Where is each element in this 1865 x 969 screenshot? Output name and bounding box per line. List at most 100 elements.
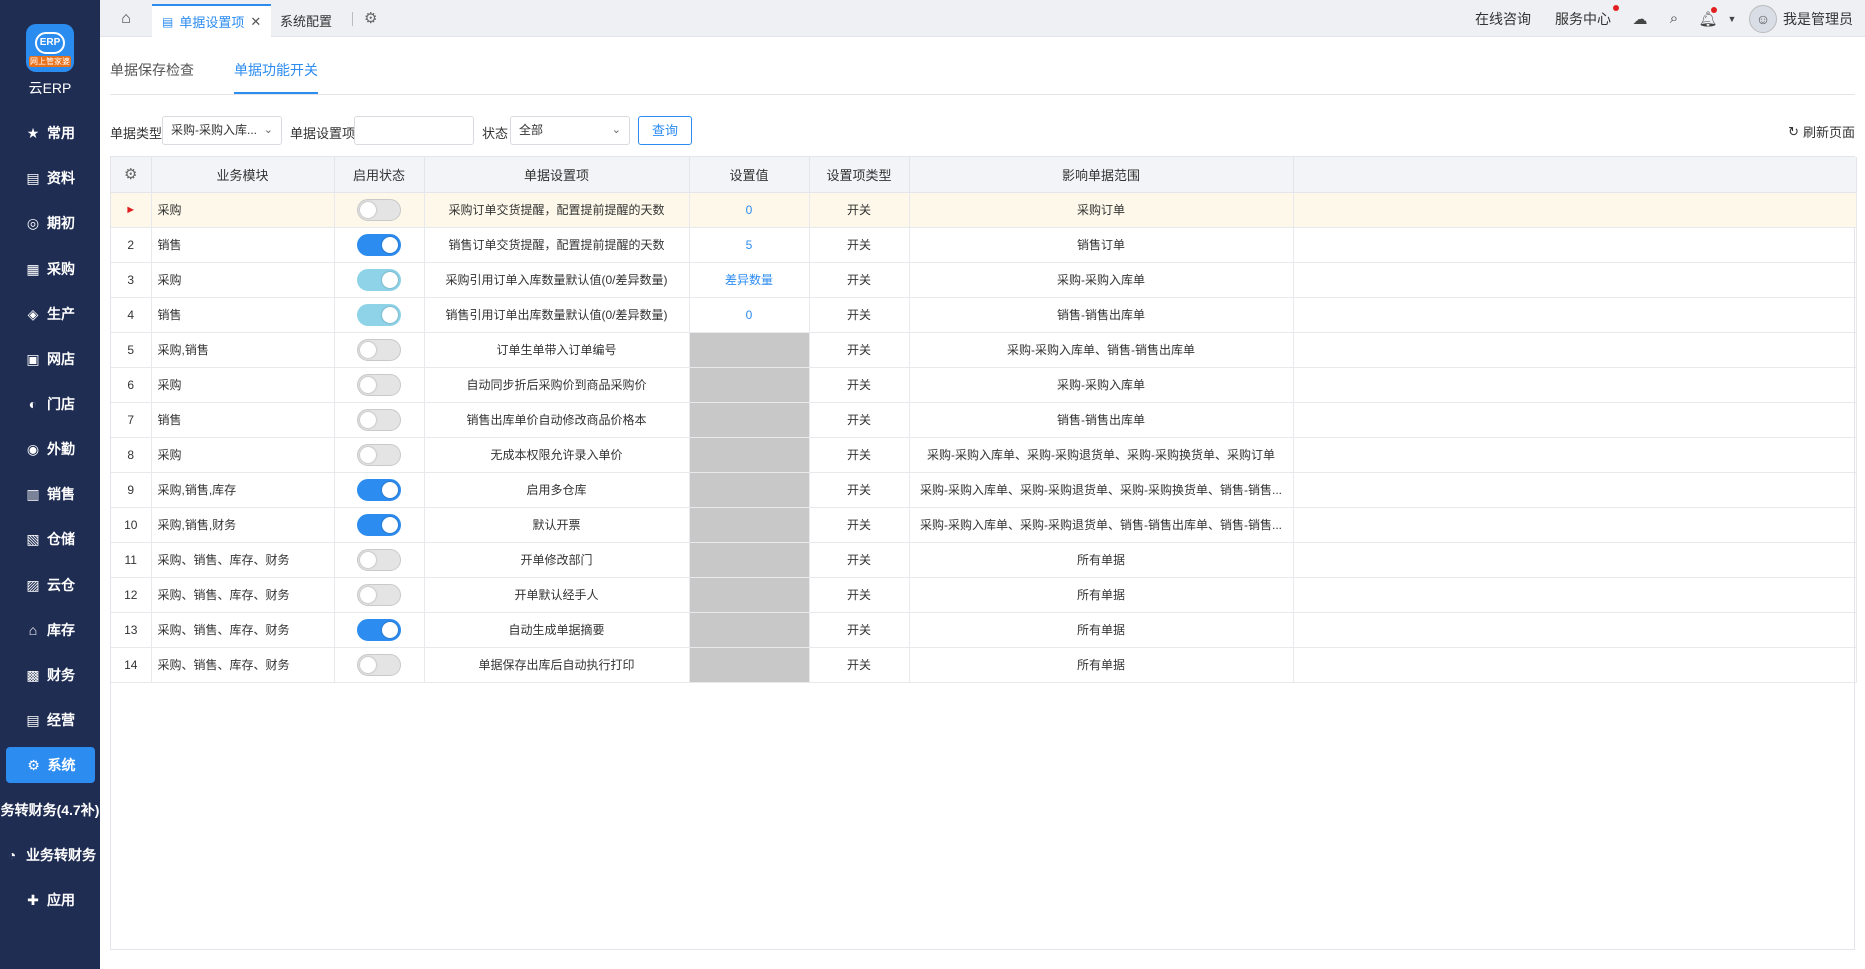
- table-row[interactable]: ► 采购 采购订单交货提醒，配置提前提醒的天数 0 开关 采购订单: [111, 192, 1857, 228]
- scope-cell: 销售订单: [909, 227, 1294, 263]
- subtab-save-check[interactable]: 单据保存检查: [110, 60, 194, 92]
- setting-value-cell[interactable]: 差异数量: [689, 262, 810, 298]
- sidebar-item-7[interactable]: ◉ 外勤: [0, 431, 100, 467]
- enable-toggle[interactable]: [357, 268, 401, 291]
- sidebar-item-3[interactable]: ▦ 采购: [0, 251, 100, 287]
- sidebar-item-5[interactable]: ▣ 网店: [0, 341, 100, 377]
- toggle-cell: [334, 472, 425, 508]
- status-select[interactable]: 全部 ⌄: [510, 116, 630, 145]
- toggle-cell: [334, 612, 425, 648]
- setting-item-cell: 开单默认经手人: [424, 577, 690, 613]
- setting-value-cell[interactable]: 0: [689, 192, 810, 228]
- setting-item-cell: 单据保存出库后自动执行打印: [424, 647, 690, 683]
- filler-cell: [1293, 297, 1857, 333]
- system-gear-icon: ⚙: [27, 757, 40, 773]
- sidebar-item-15[interactable]: 务转财务(4.7补): [0, 792, 100, 828]
- table-row[interactable]: 3 采购 采购引用订单入库数量默认值(0/差异数量) 差异数量 开关 采购-采购入库单: [111, 262, 1857, 298]
- enable-toggle[interactable]: [357, 653, 401, 676]
- app-logo[interactable]: ERP 网上管家婆: [26, 24, 74, 72]
- table-row[interactable]: 6 采购 自动同步折后采购价到商品采购价 开关 采购-采购入库单: [111, 367, 1857, 403]
- enable-toggle[interactable]: [357, 338, 401, 361]
- row-number: 13: [111, 612, 152, 648]
- enable-toggle[interactable]: [357, 548, 401, 571]
- setting-type-cell: 开关: [809, 262, 910, 298]
- setting-value-cell: [689, 367, 810, 403]
- gear-icon[interactable]: ⚙: [364, 9, 377, 27]
- toggle-cell: [334, 647, 425, 683]
- sidebar-item-label: 门店: [47, 396, 75, 412]
- enable-toggle[interactable]: [357, 408, 401, 431]
- sidebar-item-label: 业务转财务: [26, 847, 96, 863]
- toggle-cell: [334, 437, 425, 473]
- sidebar-item-8[interactable]: ▥ 销售: [0, 476, 100, 512]
- tab-document-settings[interactable]: ▤ 单据设置项 ✕: [152, 4, 272, 37]
- bell-icon[interactable]: 🔔︎: [1691, 6, 1725, 28]
- sidebar-item-label: 常用: [47, 125, 75, 141]
- setting-type-cell: 开关: [809, 402, 910, 438]
- table-row[interactable]: 8 采购 无成本权限允许录入单价 开关 采购-采购入库单、采购-采购退货单、采购-采购换…: [111, 437, 1857, 473]
- tab-system-config[interactable]: 系统配置: [270, 4, 342, 37]
- table-row[interactable]: 11 采购、销售、库存、财务 开单修改部门 开关 所有单据: [111, 542, 1857, 578]
- sidebar-item-0[interactable]: ★ 常用: [0, 115, 100, 151]
- setting-type-cell: 开关: [809, 577, 910, 613]
- home-icon[interactable]: ⌂: [116, 9, 136, 29]
- table-row[interactable]: 10 采购,销售,财务 默认开票 开关 采购-采购入库单、采购-采购退货单、销售-销售出…: [111, 507, 1857, 543]
- sidebar-item-16[interactable]: ◔ 业务转财务: [0, 837, 100, 873]
- subtab-function-switch[interactable]: 单据功能开关: [234, 60, 318, 94]
- avatar[interactable]: ☺: [1749, 4, 1777, 33]
- enable-toggle[interactable]: [357, 478, 401, 501]
- document-type-select[interactable]: 采购-采购入库... ⌄: [162, 116, 282, 145]
- cloud-download-icon[interactable]: ☁: [1623, 10, 1657, 28]
- setting-item-input[interactable]: [354, 116, 474, 145]
- logo-text: 云ERP: [28, 80, 72, 96]
- scope-cell: 采购-采购入库单: [909, 262, 1294, 298]
- enable-toggle[interactable]: [357, 303, 401, 326]
- sidebar-item-1[interactable]: ▤ 资料: [0, 160, 100, 196]
- setting-type-cell: 开关: [809, 472, 910, 508]
- table-row[interactable]: 2 销售 销售订单交货提醒，配置提前提醒的天数 5 开关 销售订单: [111, 227, 1857, 263]
- enable-toggle[interactable]: [357, 373, 401, 396]
- table-row[interactable]: 13 采购、销售、库存、财务 自动生成单据摘要 开关 所有单据: [111, 612, 1857, 648]
- enable-toggle[interactable]: [357, 618, 401, 641]
- sidebar-item-11[interactable]: ⌂ 库存: [0, 612, 100, 648]
- column-settings-gear-icon[interactable]: ⚙: [111, 157, 152, 193]
- sidebar-item-label: 仓储: [47, 531, 75, 547]
- scope-cell: 销售-销售出库单: [909, 297, 1294, 333]
- table-row[interactable]: 14 采购、销售、库存、财务 单据保存出库后自动执行打印 开关 所有单据: [111, 647, 1857, 683]
- setting-value-cell: [689, 402, 810, 438]
- sidebar-item-17[interactable]: ✚ 应用: [0, 882, 100, 918]
- settings-table: ⚙ 业务模块 启用状态 单据设置项 设置值 设置项类型 影响单据范围 ► 采购 采购…: [110, 156, 1857, 950]
- query-button[interactable]: 查询: [638, 116, 692, 145]
- enable-toggle[interactable]: [357, 233, 401, 256]
- setting-value-cell[interactable]: 5: [689, 227, 810, 263]
- chevron-down-icon[interactable]: ▼: [1725, 14, 1739, 24]
- table-row[interactable]: 12 采购、销售、库存、财务 开单默认经手人 开关 所有单据: [111, 577, 1857, 613]
- enable-toggle[interactable]: [357, 198, 401, 221]
- table-row[interactable]: 9 采购,销售,库存 启用多仓库 开关 采购-采购入库单、采购-采购退货单、采购-采购换…: [111, 472, 1857, 508]
- scope-cell: 销售-销售出库单: [909, 402, 1294, 438]
- close-icon[interactable]: ✕: [250, 14, 261, 30]
- sidebar-item-10[interactable]: ▨ 云仓: [0, 567, 100, 603]
- setting-value-cell[interactable]: 0: [689, 297, 810, 333]
- refresh-page-button[interactable]: ↻ 刷新页面: [1788, 122, 1855, 141]
- enable-toggle[interactable]: [357, 443, 401, 466]
- table-row[interactable]: 5 采购,销售 订单生单带入订单编号 开关 采购-采购入库单、销售-销售出库单: [111, 332, 1857, 368]
- sidebar-item-13[interactable]: ▤ 经营: [0, 702, 100, 738]
- user-name[interactable]: 我是管理员: [1777, 9, 1865, 29]
- app-plus-icon: ✚: [27, 892, 39, 908]
- sidebar-item-6[interactable]: ◐ 门店: [0, 386, 100, 422]
- table-row[interactable]: 7 销售 销售出库单价自动修改商品价格本 开关 销售-销售出库单: [111, 402, 1857, 438]
- search-icon[interactable]: ⌕: [1657, 10, 1691, 27]
- table-row[interactable]: 4 销售 销售引用订单出库数量默认值(0/差异数量) 0 开关 销售-销售出库单: [111, 297, 1857, 333]
- header-scope: 影响单据范围: [909, 157, 1294, 193]
- online-consult-button[interactable]: 在线咨询: [1463, 9, 1543, 29]
- sidebar-item-12[interactable]: ▩ 财务: [0, 657, 100, 693]
- sidebar-item-9[interactable]: ▧ 仓储: [0, 521, 100, 557]
- sidebar-item-4[interactable]: ◈ 生产: [0, 296, 100, 332]
- enable-toggle[interactable]: [357, 583, 401, 606]
- enable-toggle[interactable]: [357, 513, 401, 536]
- header-module: 业务模块: [151, 157, 335, 193]
- sidebar-item-2[interactable]: ◎ 期初: [0, 205, 100, 241]
- service-center-button[interactable]: 服务中心: [1543, 4, 1623, 29]
- sidebar-item-14[interactable]: ⚙ 系统: [6, 747, 95, 783]
